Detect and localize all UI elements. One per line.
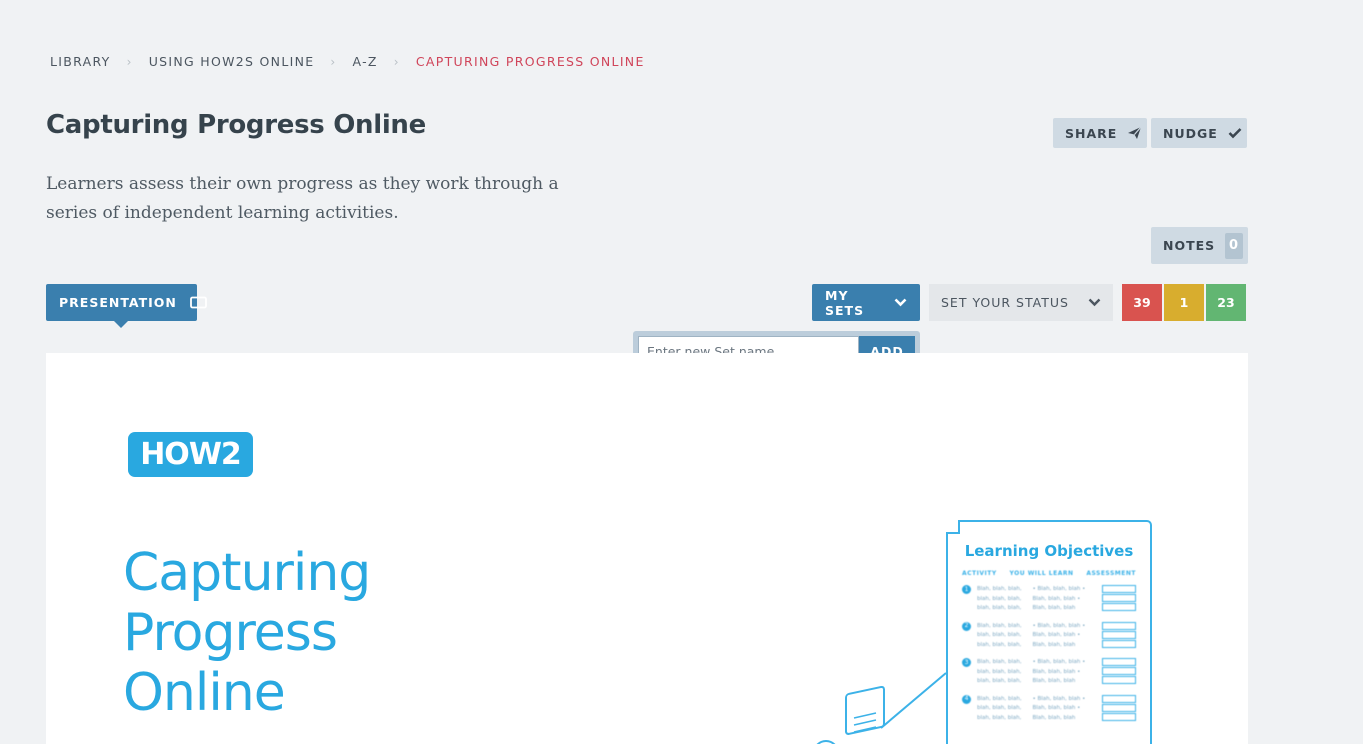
slide-title-line: Online: [123, 663, 286, 723]
doc-col-assessment: ASSESSMENT: [1086, 570, 1136, 577]
doc-row-learn: • Blah, blah, blah • Blah, blah, blah • …: [1032, 695, 1086, 721]
breadcrumb-using-how2s-online[interactable]: USING HOW2S ONLINE: [149, 54, 315, 69]
doc-row: 2 Blah, blah, blah, blah, blah, blah, bl…: [962, 621, 1136, 651]
count-badge-green[interactable]: 23: [1206, 284, 1246, 321]
doc-column-headers: ACTIVITY YOU WILL LEARN ASSESSMENT: [962, 570, 1136, 577]
count-badge-red[interactable]: 39: [1122, 284, 1162, 321]
slide-title-line: Progress: [123, 603, 338, 663]
nudge-label: NUDGE: [1163, 125, 1218, 141]
doc-row-assessment-boxes: [1102, 585, 1136, 611]
share-label: SHARE: [1065, 125, 1118, 141]
learning-objectives-document: Learning Objectives ACTIVITY YOU WILL LE…: [946, 520, 1152, 744]
how2-logo: HOW2: [128, 432, 253, 477]
presentation-label: PRESENTATION: [59, 295, 177, 310]
page-description: Learners assess their own progress as th…: [46, 174, 559, 223]
doc-row-activity: Blah, blah, blah, blah, blah, blah, blah…: [977, 622, 1022, 648]
breadcrumb: LIBRARY › USING HOW2S ONLINE › A-Z › CAP…: [50, 54, 645, 69]
chevron-right-icon: ›: [126, 54, 133, 69]
screen-icon: [189, 296, 207, 309]
active-tab-pointer: [114, 321, 128, 328]
doc-row: 1 Blah, blah, blah, blah, blah, blah, bl…: [962, 585, 1136, 614]
chevron-down-icon: [894, 298, 907, 307]
paper-plane-icon: [1127, 126, 1142, 140]
notes-button[interactable]: NOTES 0: [1151, 227, 1248, 264]
slide-title-line: Capturing: [123, 543, 371, 603]
chevron-right-icon: ›: [393, 54, 400, 69]
slide-title: Capturing Progress Online: [123, 543, 523, 723]
breadcrumb-library[interactable]: LIBRARY: [50, 54, 111, 69]
count-badge-yellow[interactable]: 1: [1164, 284, 1204, 321]
doc-row-learn: • Blah, blah, blah • Blah, blah, blah • …: [1032, 659, 1086, 684]
device-illustration: [816, 672, 947, 744]
doc-row-number: 4: [962, 694, 971, 704]
notes-count-badge: 0: [1225, 232, 1243, 259]
doc-row-learn: • Blah, blah, blah • Blah, blah, blah • …: [1032, 622, 1086, 648]
folded-corner: [946, 520, 960, 534]
doc-row: 3 Blah, blah, blah, blah, blah, blah, bl…: [962, 658, 1136, 687]
presentation-tab[interactable]: PRESENTATION: [46, 284, 207, 328]
notes-label: NOTES: [1163, 238, 1216, 253]
chevron-right-icon: ›: [330, 54, 337, 69]
doc-row-activity: Blah, blah, blah, blah, blah, blah, blah…: [977, 586, 1022, 611]
doc-row-activity: Blah, blah, blah, blah, blah, blah, blah…: [977, 695, 1022, 721]
status-select-label: SET YOUR STATUS: [941, 295, 1069, 310]
chevron-down-icon: [1088, 298, 1101, 307]
breadcrumb-a-z[interactable]: A-Z: [353, 54, 378, 69]
doc-row: 4 Blah, blah, blah, blah, blah, blah, bl…: [962, 694, 1136, 724]
doc-title: Learning Objectives: [964, 542, 1134, 560]
presentation-slide: HOW2 Capturing Progress Online Learning …: [46, 353, 1248, 744]
doc-row-activity: Blah, blah, blah, blah, blah, blah, blah…: [977, 659, 1022, 684]
my-sets-label: MY SETS: [825, 287, 865, 318]
status-select[interactable]: SET YOUR STATUS: [929, 284, 1113, 321]
doc-row-assessment-boxes: [1102, 621, 1136, 648]
doc-col-learn: YOU WILL LEARN: [1009, 570, 1074, 577]
share-button[interactable]: SHARE: [1053, 118, 1147, 148]
nudge-button[interactable]: NUDGE: [1151, 118, 1247, 148]
doc-row-assessment-boxes: [1102, 658, 1136, 684]
doc-row-number: 3: [962, 658, 971, 667]
doc-row-learn: • Blah, blah, blah • Blah, blah, blah • …: [1032, 586, 1086, 611]
doc-row-number: 2: [962, 621, 971, 631]
doc-col-activity: ACTIVITY: [962, 570, 997, 577]
my-sets-dropdown[interactable]: MY SETS: [812, 284, 920, 321]
breadcrumb-current: CAPTURING PROGRESS ONLINE: [415, 54, 645, 69]
doc-row-number: 1: [962, 585, 971, 594]
page-title: Capturing Progress Online: [46, 110, 426, 140]
check-icon: [1228, 127, 1242, 139]
doc-row-assessment-boxes: [1102, 694, 1136, 721]
